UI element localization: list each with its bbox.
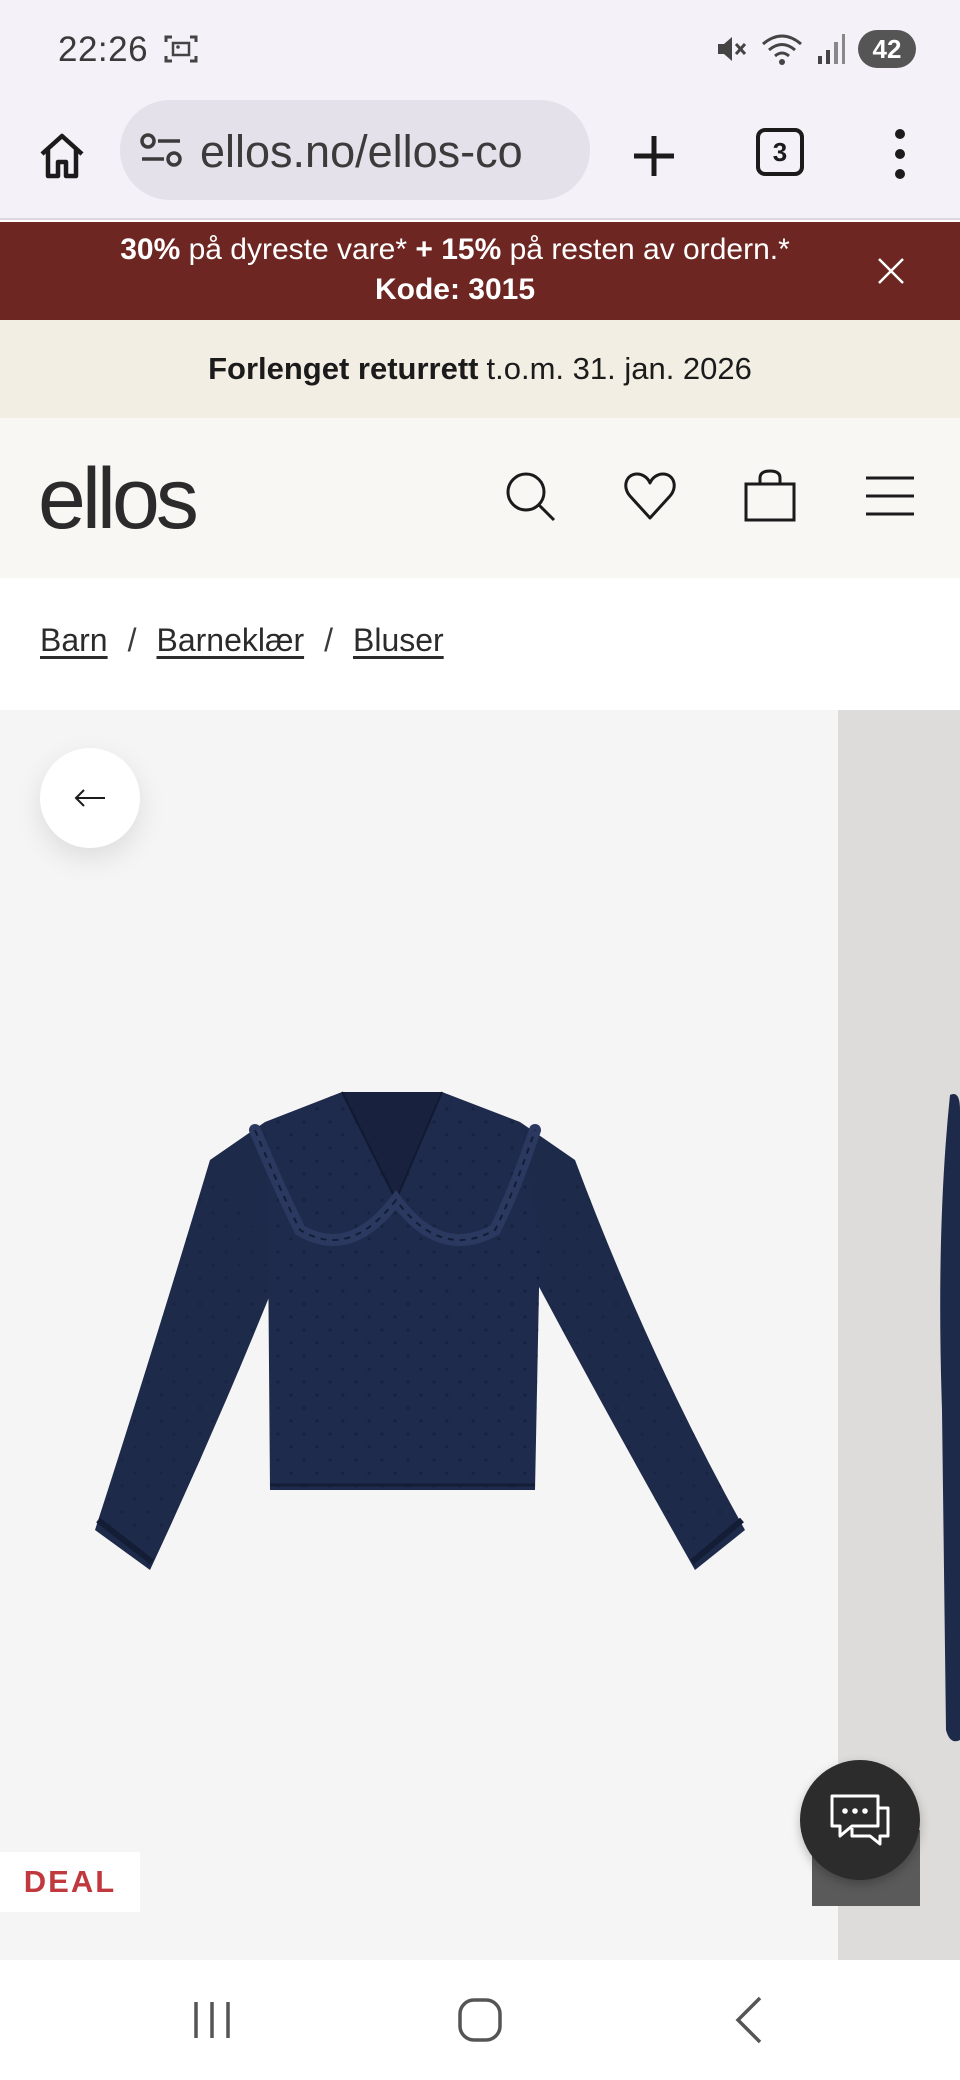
more-vertical-icon[interactable] [880, 122, 920, 186]
hamburger-menu-icon[interactable] [862, 468, 918, 524]
mute-icon [718, 37, 747, 61]
promo-text2: på resten av ordern.* [501, 233, 790, 266]
heart-icon[interactable] [622, 468, 678, 524]
screenshot-icon [164, 35, 198, 63]
address-bar[interactable]: ellos.no/ellos-co [120, 100, 590, 200]
back-nav-icon[interactable] [720, 1990, 780, 2050]
status-time: 22:26 [58, 30, 149, 69]
deal-badge: DEAL [0, 1852, 140, 1912]
promo-code: Kode: 3015 [374, 273, 536, 306]
promo-text1: på dyreste vare* [180, 233, 416, 266]
status-bar: 22:26 42 [0, 0, 960, 98]
back-arrow-button[interactable] [40, 748, 140, 848]
breadcrumb-bluser[interactable]: Bluser [353, 622, 444, 659]
breadcrumb-barn[interactable]: Barn [40, 622, 108, 659]
recent-apps-icon[interactable] [182, 1990, 242, 2050]
promo-pct1: 30% [120, 233, 181, 266]
promo-text: 30% på dyreste vare* + 15% på resten av … [100, 230, 810, 310]
close-icon[interactable] [874, 254, 908, 288]
returns-bold: Forlenget returrett [208, 351, 479, 386]
home-nav-icon[interactable] [450, 1990, 510, 2050]
promo-pct2: + 15% [415, 233, 502, 266]
promo-banner: 30% på dyreste vare* + 15% på resten av … [0, 222, 960, 320]
returns-banner: Forlenget returrett t.o.m. 31. jan. 2026 [0, 320, 960, 418]
site-header: ellos [0, 418, 960, 578]
site-settings-icon[interactable] [140, 132, 182, 168]
plus-icon[interactable] [622, 124, 686, 188]
returns-text: t.o.m. 31. jan. 2026 [486, 351, 752, 386]
breadcrumb-barneklaer[interactable]: Barneklær [156, 622, 304, 659]
bag-icon[interactable] [742, 468, 798, 524]
home-icon[interactable] [30, 124, 94, 188]
url-text[interactable]: ellos.no/ellos-co [200, 126, 523, 178]
ellos-logo[interactable]: ellos [38, 450, 199, 549]
battery-icon: 42 [858, 30, 916, 68]
system-nav-bar [0, 1960, 960, 2080]
product-gallery[interactable]: DEAL [0, 710, 960, 1960]
breadcrumb: Barn / Barneklær / Bluser [40, 622, 444, 659]
arrow-left-icon [74, 789, 105, 807]
browser-toolbar: ellos.no/ellos-co 3 [0, 98, 960, 220]
breadcrumb-separator: / [127, 622, 137, 658]
tabs-icon[interactable]: 3 [756, 128, 804, 176]
chat-icon [830, 1794, 890, 1846]
navy-blouse-image [95, 1091, 745, 1570]
search-icon[interactable] [502, 468, 558, 524]
breadcrumb-separator: / [324, 622, 333, 658]
chat-button[interactable] [800, 1760, 920, 1880]
wifi-icon [762, 34, 802, 65]
signal-icon [818, 34, 845, 64]
